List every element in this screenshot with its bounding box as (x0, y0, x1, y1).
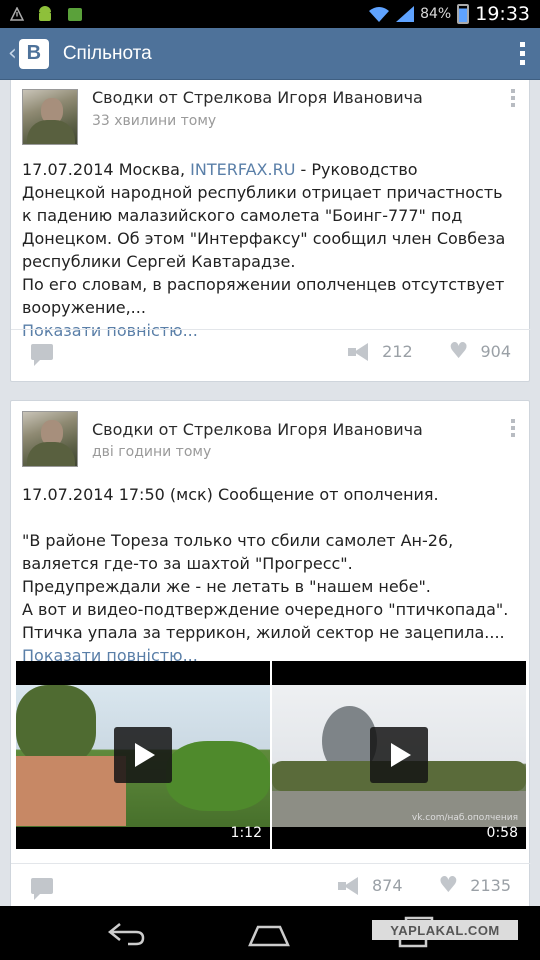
post-time: 33 хвилини тому (92, 113, 217, 129)
repost-count: 874 (372, 876, 403, 895)
home-icon[interactable] (248, 921, 290, 947)
post-line: А вот и видео-подтверждение очередного "… (22, 600, 509, 619)
feed[interactable]: Сводки от Стрелкова Игоря Ивановича 33 х… (0, 80, 540, 906)
battery-percent: 84% (420, 6, 452, 22)
post-footer: 874 ♥ 2135 (11, 863, 531, 906)
post-line: 17.07.2014 17:50 (мск) Сообщение от опол… (22, 485, 439, 504)
avatar[interactable] (22, 411, 78, 467)
video-duration: 0:58 (486, 825, 518, 841)
post-line: Птичка упала за террикон, жилой сектор н… (22, 623, 505, 642)
video-watermark: vk.com/наб.ополчения (411, 813, 518, 823)
post-menu-icon[interactable] (511, 89, 515, 107)
post-line: 17.07.2014 Москва, INTERFAX.RU - Руковод… (22, 160, 418, 179)
play-icon[interactable] (114, 727, 172, 783)
post-footer: 212 ♥ 904 (11, 329, 531, 373)
like-count: 904 (480, 342, 511, 361)
video-thumbnail[interactable]: 1:12 (16, 661, 270, 849)
warning-icon (10, 7, 24, 21)
heart-icon[interactable]: ♥ (439, 874, 459, 897)
repost-count: 212 (382, 342, 413, 361)
avatar[interactable] (22, 89, 78, 145)
post-line: "В районе Тореза только что сбили самоле… (22, 531, 454, 550)
post-line: Донецкой народной республики отрицает пр… (22, 183, 503, 202)
video-thumbnail[interactable]: vk.com/наб.ополчения 0:58 (272, 661, 526, 849)
post-author[interactable]: Сводки от Стрелкова Игоря Ивановича (92, 420, 423, 439)
status-indicators: 84% 19:33 (368, 3, 530, 25)
post-line: Предупреждали же - не летать в "нашем не… (22, 577, 431, 596)
heart-icon[interactable]: ♥ (449, 340, 469, 363)
comment-icon[interactable] (31, 877, 53, 900)
battery-icon (457, 4, 470, 24)
signal-icon (396, 6, 415, 22)
play-icon[interactable] (370, 727, 428, 783)
wifi-icon (369, 7, 390, 22)
back-icon[interactable] (106, 920, 146, 946)
post-text: 17.07.2014 Москва, INTERFAX.RU - Руковод… (22, 158, 526, 342)
repost-icon[interactable] (348, 342, 370, 361)
post-line: По его словам, в распоряжении ополченцев… (22, 275, 505, 294)
video-duration: 1:12 (230, 825, 262, 841)
post-line: Донецком. Об этом "Интерфаксу" сообщил ч… (22, 229, 506, 248)
post-line (22, 506, 526, 529)
post-author[interactable]: Сводки от Стрелкова Игоря Ивановича (92, 88, 423, 107)
clock: 19:33 (475, 3, 530, 25)
comment-icon[interactable] (31, 343, 53, 366)
post-time: дві години тому (92, 444, 212, 460)
post-card: Сводки от Стрелкова Игоря Ивановича 33 х… (10, 80, 531, 382)
up-caret-icon[interactable]: ‹ (8, 41, 17, 66)
post-line: к падению малазийского самолета "Боинг-7… (22, 206, 463, 225)
post-link[interactable]: INTERFAX.RU (190, 160, 295, 179)
post-line: валяется где-то за шахтой "Прогресс". (22, 554, 353, 573)
page-title: Спільнота (62, 42, 152, 64)
action-bar: ‹ В Спільнота (0, 28, 540, 80)
store-icon (68, 8, 82, 21)
post-line: республики Сергей Кавтарадзе. (22, 252, 296, 271)
post-line: вооружение,... (22, 298, 146, 317)
android-icon (39, 6, 51, 21)
overflow-menu-icon[interactable] (512, 42, 532, 65)
post-menu-icon[interactable] (511, 419, 515, 437)
repost-icon[interactable] (338, 876, 360, 895)
video-attachments: 1:12 vk.com/наб.ополчения 0:58 (16, 661, 526, 849)
vk-logo[interactable]: В (18, 38, 49, 69)
status-bar: 84% 19:33 (0, 0, 540, 28)
post-card: Сводки от Стрелкова Игоря Ивановича дві … (10, 400, 531, 906)
site-watermark: YAPLAKAL.COM (372, 920, 518, 940)
notification-icons (10, 5, 84, 23)
like-count: 2135 (470, 876, 511, 895)
post-text: 17.07.2014 17:50 (мск) Сообщение от опол… (22, 483, 526, 667)
